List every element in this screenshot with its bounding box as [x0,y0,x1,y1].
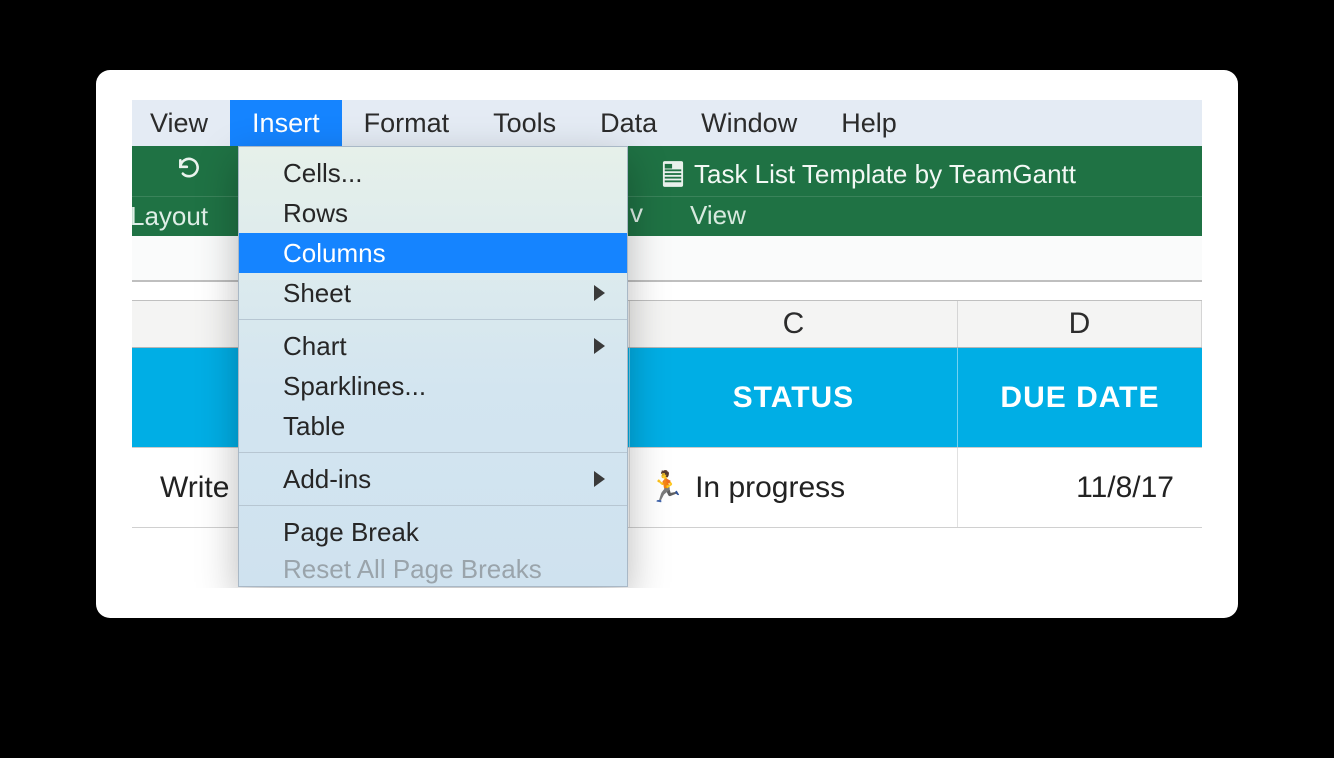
submenu-arrow-icon [594,285,605,301]
menu-data[interactable]: Data [578,100,679,146]
document-title: Task List Template by TeamGantt [694,159,1076,190]
viewport-inset: View Insert Format Tools Data Window Hel… [132,100,1202,588]
dropdown-item-rows[interactable]: Rows [239,193,627,233]
app-window-card: View Insert Format Tools Data Window Hel… [96,70,1238,618]
dropdown-item-page-break[interactable]: Page Break [239,512,627,552]
menu-window[interactable]: Window [679,100,819,146]
cell-status[interactable]: 🏃 In progress [630,448,958,527]
dropdown-item-addins[interactable]: Add-ins [239,459,627,499]
document-title-chip[interactable]: Task List Template by TeamGantt [662,154,1076,194]
submenu-arrow-icon [594,471,605,487]
cell-status-text: In progress [695,471,845,505]
dropdown-separator [239,319,627,320]
column-header-d[interactable]: D [958,301,1202,347]
ribbon-tab-view[interactable]: View [690,200,746,231]
dropdown-item-columns[interactable]: Columns [239,233,627,273]
menu-insert[interactable]: Insert [230,100,342,146]
dropdown-separator [239,505,627,506]
dropdown-item-chart[interactable]: Chart [239,326,627,366]
menu-help[interactable]: Help [819,100,919,146]
undo-icon[interactable] [174,154,204,184]
excel-file-icon [662,160,684,188]
table-header-status: STATUS [630,348,958,447]
cell-due-date[interactable]: 11/8/17 [958,448,1202,527]
runner-emoji-icon: 🏃 [648,470,685,505]
menu-view[interactable]: View [132,100,230,146]
dropdown-item-sheet[interactable]: Sheet [239,273,627,313]
dropdown-item-table[interactable]: Table [239,406,627,446]
menubar: View Insert Format Tools Data Window Hel… [132,100,1202,146]
ribbon-tab-layout[interactable]: Layout [132,201,208,232]
ribbon-tab-truncated: v [630,198,643,229]
dropdown-item-reset-page-breaks[interactable]: Reset All Page Breaks [239,552,627,586]
dropdown-item-sparklines[interactable]: Sparklines... [239,366,627,406]
table-header-due-date: DUE DATE [958,348,1202,447]
menu-tools[interactable]: Tools [471,100,578,146]
insert-dropdown: Cells... Rows Columns Sheet Chart Sparkl… [238,146,628,587]
dropdown-item-cells[interactable]: Cells... [239,153,627,193]
column-header-c[interactable]: C [630,301,958,347]
menu-format[interactable]: Format [342,100,472,146]
dropdown-separator [239,452,627,453]
submenu-arrow-icon [594,338,605,354]
